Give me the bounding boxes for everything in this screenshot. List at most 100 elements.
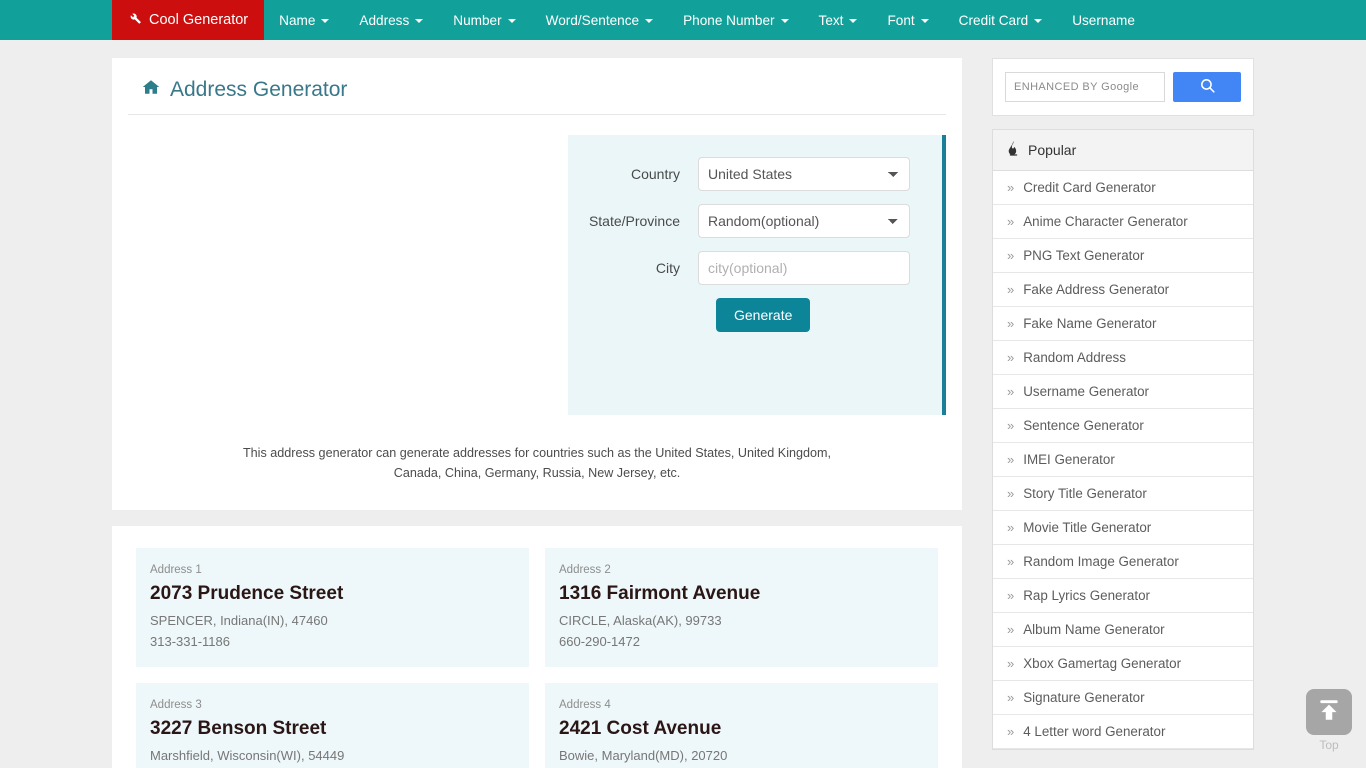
popular-item-rap-lyrics-generator[interactable]: » Rap Lyrics Generator [993,579,1253,613]
generator-panel: Address Generator Country United States … [112,58,962,510]
search-input[interactable] [1005,72,1165,102]
double-chevron-right-icon: » [1007,316,1015,331]
search-icon [1199,77,1216,97]
nav-item-label: Username [1072,12,1135,28]
address-phone: 660-290-1472 [559,633,640,649]
popular-item-movie-title-generator[interactable]: » Movie Title Generator [993,511,1253,545]
address-street: 3227 Benson Street [150,717,327,739]
address-index-label: Address 4 [559,698,611,711]
state-label: State/Province [588,213,680,229]
popular-item-story-title-generator[interactable]: » Story Title Generator [993,477,1253,511]
page-title: Address Generator [128,74,946,115]
popular-item-list: » Credit Card Generator » Anime Character G… [993,171,1253,749]
page-body: Address Generator Country United States … [0,40,1366,768]
chevron-down-icon [645,19,654,23]
generate-button[interactable]: Generate [716,298,811,332]
address-street: 1316 Fairmont Avenue [559,582,761,604]
chevron-down-icon [415,19,424,23]
nav-item-credit-card[interactable]: Credit Card [944,0,1058,40]
popular-item-4-letter-word-generator[interactable]: » 4 Letter word Generator [993,715,1253,749]
popular-links-box: Popular » Credit Card Generator » Anime Cha… [992,129,1254,750]
nav-item-text[interactable]: Text [804,0,873,40]
nav-item-username[interactable]: Username [1057,0,1150,40]
address-results-grid: Address 1 2073 Prudence Street SPENCER, In… [136,547,938,768]
address-region: Marshfield, Wisconsin(WI), 54449 [150,747,345,763]
double-chevron-right-icon: » [1007,486,1015,501]
popular-item-sentence-generator[interactable]: » Sentence Generator [993,409,1253,443]
double-chevron-right-icon: » [1007,656,1015,671]
address-card[interactable]: Address 2 1316 Fairmont Avenue CIRCLE, Ala… [545,547,938,667]
popular-item-random-image-generator[interactable]: » Random Image Generator [993,545,1253,579]
popular-item-xbox-gamertag-generator[interactable]: » Xbox Gamertag Generator [993,647,1253,681]
address-card[interactable]: Address 4 2421 Cost Avenue Bowie, Maryland… [545,682,938,768]
popular-item-username-generator[interactable]: » Username Generator [993,375,1253,409]
popular-item-fake-address-generator[interactable]: » Fake Address Generator [993,273,1253,307]
nav-item-phone-number[interactable]: Phone Number [668,0,803,40]
nav-item-number[interactable]: Number [438,0,530,40]
popular-item-anime-character-generator[interactable]: » Anime Character Generator [993,205,1253,239]
popular-item-label: Signature Generator [1023,690,1145,705]
popular-item-fake-name-generator[interactable]: » Fake Name Generator [993,307,1253,341]
popular-item-label: Album Name Generator [1023,622,1165,637]
city-label: City [655,260,680,276]
advertisement-slot [128,135,568,415]
popular-item-label: Fake Name Generator [1023,316,1157,331]
popular-item-label: 4 Letter word Generator [1023,724,1166,739]
site-search-panel [992,58,1254,116]
chevron-down-icon [507,19,516,23]
popular-item-imei-generator[interactable]: » IMEI Generator [993,443,1253,477]
nav-item-name[interactable]: Name [264,0,344,40]
nav-item-address[interactable]: Address [344,0,438,40]
nav-item-label: Word/Sentence [545,12,640,28]
nav-item-label: Number [453,12,502,28]
chevron-down-icon [849,19,858,23]
address-region: Bowie, Maryland(MD), 20720 [559,747,728,763]
generate-spacer [568,298,698,332]
nav-item-label: Address [359,12,410,28]
address-generator-form: Country United States State/Province Ran… [568,135,946,415]
popular-item-random-address[interactable]: » Random Address [993,341,1253,375]
double-chevron-right-icon: » [1007,350,1015,365]
nav-item-list: Name Address Number Word/Sentence Phone Numb… [264,0,1150,40]
state-row: State/Province Random(optional) [568,204,942,238]
country-select[interactable]: United States [698,157,910,191]
popular-heading-text: Popular [1028,142,1077,158]
popular-item-label: Rap Lyrics Generator [1023,588,1151,603]
popular-item-label: Fake Address Generator [1023,282,1170,297]
popular-item-label: Anime Character Generator [1023,214,1188,229]
popular-item-signature-generator[interactable]: » Signature Generator [993,681,1253,715]
wrench-icon [128,11,142,29]
popular-item-label: Credit Card Generator [1023,180,1156,195]
nav-item-label: Phone Number [683,12,775,28]
popular-item-label: Random Image Generator [1023,554,1179,569]
generator-description: This address generator can generate addr… [242,446,832,481]
main-content-column: Address Generator Country United States … [112,58,962,768]
arrow-to-top-icon [1316,697,1342,728]
popular-item-label: Sentence Generator [1023,418,1144,433]
popular-item-label: Story Title Generator [1023,486,1147,501]
popular-item-credit-card-generator[interactable]: » Credit Card Generator [993,171,1253,205]
scroll-to-top-button[interactable]: Top [1306,689,1352,752]
popular-item-album-name-generator[interactable]: » Album Name Generator [993,613,1253,647]
double-chevron-right-icon: » [1007,214,1015,229]
brand-cool-generator[interactable]: Cool Generator [112,0,265,40]
search-button[interactable] [1173,72,1241,102]
double-chevron-right-icon: » [1007,588,1015,603]
chevron-down-icon [1034,19,1043,23]
address-street: 2073 Prudence Street [150,582,344,604]
address-card[interactable]: Address 3 3227 Benson Street Marshfield, W… [136,682,529,768]
generate-row: Generate [568,298,942,332]
sidebar-column: Popular » Credit Card Generator » Anime Cha… [992,58,1254,750]
state-select[interactable]: Random(optional) [698,204,910,238]
top-navigation-bar: Cool Generator Name Address Number Word/Sen… [0,0,1366,40]
popular-item-png-text-generator[interactable]: » PNG Text Generator [993,239,1253,273]
double-chevron-right-icon: » [1007,724,1015,739]
flame-icon [1007,141,1020,159]
nav-item-font[interactable]: Font [872,0,943,40]
double-chevron-right-icon: » [1007,452,1015,467]
nav-item-word-sentence[interactable]: Word/Sentence [531,0,668,40]
address-card[interactable]: Address 1 2073 Prudence Street SPENCER, In… [136,547,529,667]
popular-item-label: PNG Text Generator [1023,248,1145,263]
city-input[interactable] [698,251,910,285]
double-chevron-right-icon: » [1007,180,1015,195]
